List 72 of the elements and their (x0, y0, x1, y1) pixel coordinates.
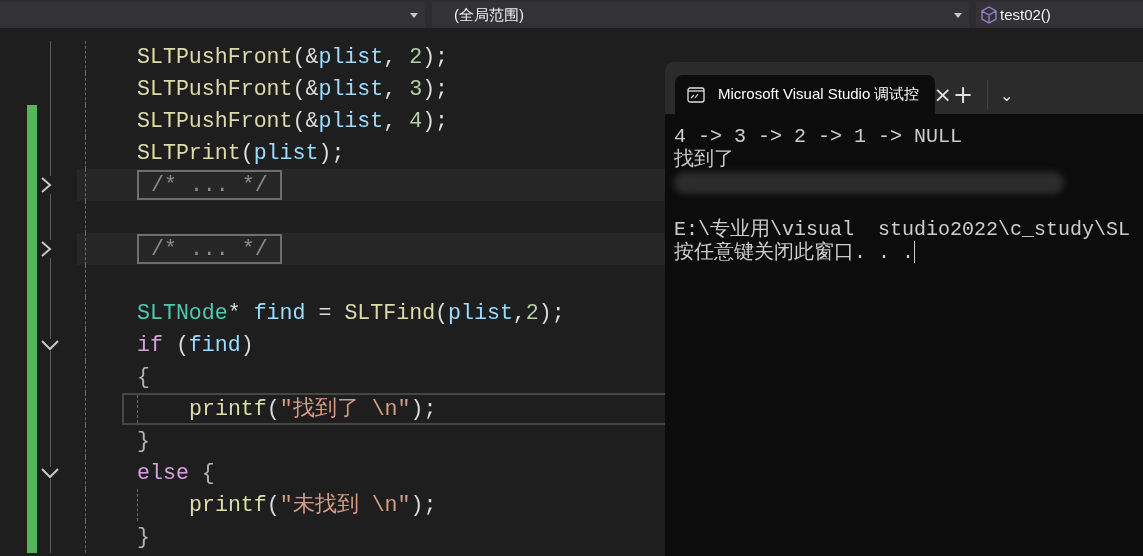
code-token: ) (240, 331, 254, 359)
code-token: * (227, 299, 242, 327)
code-token: plist (318, 75, 384, 103)
caret-down-icon (954, 12, 962, 18)
code-token: find (188, 331, 241, 359)
dropdown-button[interactable]: ⌄ (1000, 88, 1014, 104)
code-token: ); (422, 107, 449, 135)
console-output: E:\专业用\visual studio2022\c_study\SL (674, 218, 1131, 241)
caret-down-icon (410, 12, 418, 18)
chevron-down-icon[interactable] (41, 339, 59, 351)
code-token: { (137, 363, 150, 391)
code-token: ( (174, 331, 189, 359)
code-token: , (383, 43, 398, 71)
code-token: (& (292, 43, 319, 71)
function-name: test02() (1000, 4, 1051, 25)
code-token: find (253, 299, 306, 327)
code-token: ); (538, 299, 565, 327)
code-token: 4 (409, 107, 423, 135)
terminal-icon (687, 86, 705, 103)
code-token: ( (240, 139, 254, 167)
code-token: (& (292, 75, 319, 103)
code-token: SLTFind (344, 299, 436, 327)
code-token: , (383, 75, 398, 103)
code-token: ( (266, 395, 280, 423)
code-token: SLTPrint (137, 139, 241, 167)
cube-icon (981, 6, 997, 24)
code-token: plist (448, 299, 513, 327)
code-token: SLTPushFront (137, 107, 293, 135)
console-output: 找到了 (674, 148, 734, 171)
code-token: , (383, 107, 398, 135)
code-token: ( (435, 299, 449, 327)
chevron-right-icon[interactable] (40, 240, 52, 258)
scope-dropdown[interactable]: test02() (976, 2, 1143, 28)
collapsed-region[interactable]: /* ... */ (137, 170, 282, 200)
code-token: 2 (525, 299, 539, 327)
code-token: ); (410, 491, 437, 519)
code-token: plist (318, 43, 384, 71)
code-token: } (137, 523, 150, 551)
console-output: 4 -> 3 -> 2 -> 1 -> NULL (674, 125, 963, 148)
code-token: "未找到 \n" (279, 491, 411, 519)
code-token: { (200, 459, 215, 487)
code-token: , (512, 299, 526, 327)
new-tab-button[interactable]: + (953, 83, 974, 107)
code-token: plist (318, 107, 384, 135)
console-output: 按任意键关闭此窗口. . . (674, 241, 914, 264)
code-token: 2 (409, 43, 423, 71)
code-token: printf (189, 395, 267, 423)
chevron-right-icon[interactable] (40, 176, 52, 194)
code-token: } (137, 427, 150, 455)
code-token: if (137, 331, 163, 359)
code-token: 3 (409, 75, 423, 103)
code-token: "找到了 \n" (279, 395, 411, 423)
code-token: ( (266, 491, 280, 519)
code-token: plist (253, 139, 319, 167)
code-token: SLTPushFront (137, 43, 293, 71)
scope-dropdown[interactable]: (全局范围) (432, 2, 969, 28)
code-token: ); (410, 395, 437, 423)
close-button[interactable]: × (933, 83, 952, 106)
code-token: = (317, 299, 333, 327)
scope-label: (全局范围) (454, 4, 524, 25)
code-token: else (137, 459, 189, 487)
code-token: ); (422, 75, 449, 103)
collapsed-region[interactable]: /* ... */ (137, 234, 282, 264)
code-token: SLTPushFront (137, 75, 293, 103)
code-token: printf (189, 491, 267, 519)
code-token: ); (422, 43, 449, 71)
text-cursor (914, 241, 915, 263)
tab-title: Microsoft Visual Studio 调试控 (718, 84, 920, 105)
chevron-down-icon[interactable] (41, 467, 59, 479)
code-token: (& (292, 107, 319, 135)
code-token: ); (318, 139, 345, 167)
code-token: SLTNode (137, 299, 228, 327)
